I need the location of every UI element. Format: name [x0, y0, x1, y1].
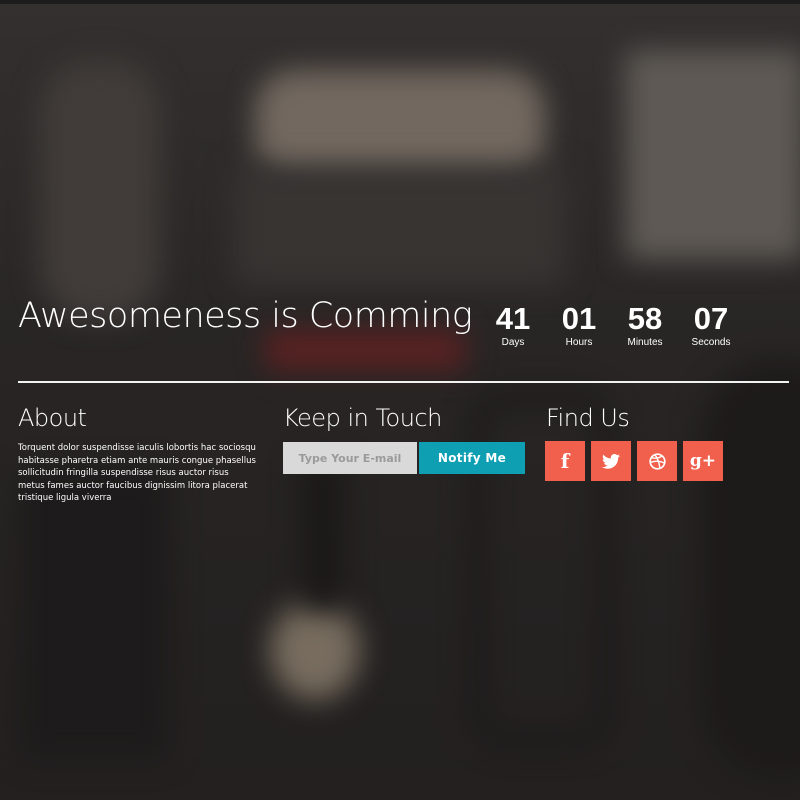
- about-title: About: [18, 404, 87, 432]
- countdown-seconds: 07 Seconds: [678, 302, 744, 350]
- dribbble-button[interactable]: [637, 441, 677, 481]
- twitter-icon: [602, 453, 620, 469]
- countdown-hours-value: 01: [561, 301, 597, 336]
- notify-me-button[interactable]: Notify Me: [419, 442, 525, 474]
- countdown-hours-label: Hours: [565, 337, 593, 348]
- email-input[interactable]: [283, 442, 417, 474]
- countdown-minutes-value: 58: [627, 301, 663, 336]
- countdown-minutes: 58 Minutes: [612, 302, 678, 350]
- google-plus-button[interactable]: g+: [683, 441, 723, 481]
- countdown-days: 41 Days: [480, 302, 546, 350]
- blurred-background: [0, 0, 800, 800]
- countdown-seconds-label: Seconds: [691, 337, 731, 348]
- countdown-days-value: 41: [495, 301, 531, 336]
- facebook-button[interactable]: f: [545, 441, 585, 481]
- coming-soon-page: Awesomeness is Comming 41 Days 01 Hours …: [0, 0, 800, 800]
- google-plus-icon: g+: [689, 451, 717, 471]
- keep-in-touch-title: Keep in Touch: [283, 404, 442, 432]
- countdown-hours: 01 Hours: [546, 302, 612, 350]
- countdown-timer: 41 Days 01 Hours 58 Minutes 07 Seconds: [480, 302, 744, 350]
- dribbble-icon: [648, 452, 666, 470]
- countdown-seconds-value: 07: [693, 301, 729, 336]
- facebook-icon: f: [560, 449, 570, 473]
- page-headline: Awesomeness is Comming: [18, 296, 473, 336]
- countdown-days-label: Days: [501, 337, 525, 348]
- twitter-button[interactable]: [591, 441, 631, 481]
- social-links: f g+: [545, 441, 729, 481]
- section-divider: [18, 381, 789, 383]
- about-text: Torquent dolor suspendisse iaculis lobor…: [18, 443, 256, 503]
- find-us-title: Find Us: [546, 404, 630, 432]
- countdown-minutes-label: Minutes: [627, 337, 663, 348]
